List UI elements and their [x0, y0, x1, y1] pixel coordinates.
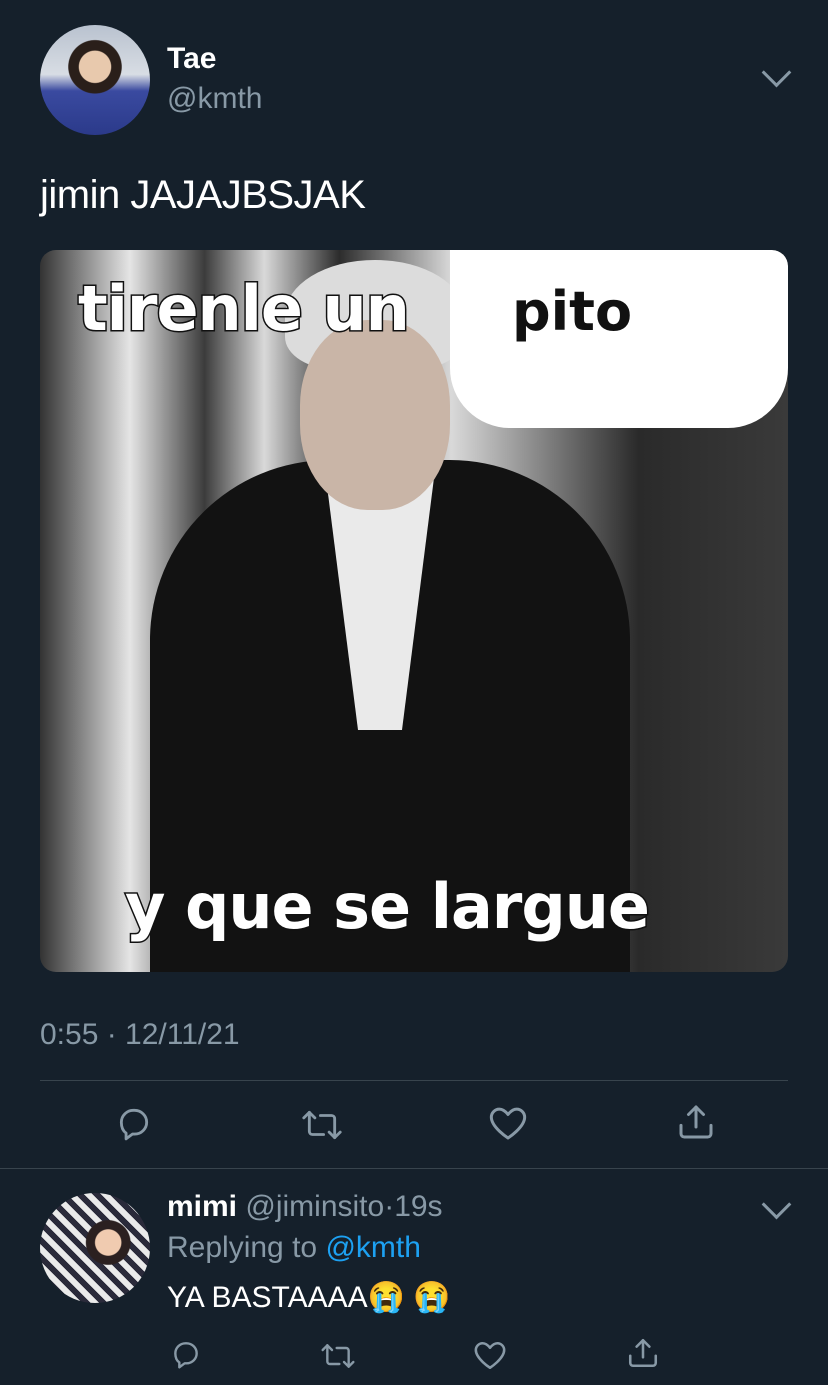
- reply-header: mimi @jiminsito·19s: [167, 1190, 443, 1224]
- meme-bubble-text: pito: [512, 280, 633, 343]
- replying-prefix: Replying to: [167, 1231, 318, 1264]
- reply-separator: ·: [384, 1190, 395, 1223]
- share-icon[interactable]: [626, 1336, 660, 1370]
- reply-author-avatar[interactable]: [40, 1193, 150, 1303]
- tweet-media[interactable]: tirenle un pito y que se largue: [40, 250, 788, 972]
- author-avatar[interactable]: [40, 25, 150, 135]
- reply-time: 19s: [394, 1190, 443, 1223]
- divider: [0, 1168, 828, 1169]
- reply-text: YA BASTAAAA😭 😭: [167, 1281, 451, 1314]
- author-handle[interactable]: @kmth: [167, 82, 262, 116]
- retweet-icon[interactable]: [301, 1106, 343, 1144]
- replying-to-line: Replying to @kmth: [167, 1231, 421, 1265]
- meme-face: [300, 320, 450, 510]
- tweet-text: jimin JAJAJBSJAK: [40, 173, 366, 217]
- heart-icon[interactable]: [473, 1339, 507, 1371]
- divider: [40, 1080, 788, 1081]
- chevron-down-icon[interactable]: [761, 57, 792, 88]
- replying-mention-link[interactable]: @kmth: [325, 1231, 420, 1264]
- tweet-timestamp: 0:55 · 12/11/21: [40, 1018, 240, 1051]
- share-icon[interactable]: [676, 1102, 716, 1142]
- reply-author-handle[interactable]: @jiminsito: [245, 1190, 384, 1223]
- meme-top-text: tirenle un: [77, 271, 412, 347]
- heart-icon[interactable]: [488, 1104, 528, 1142]
- chevron-down-icon[interactable]: [761, 1189, 792, 1220]
- reply-author-name[interactable]: mimi: [167, 1190, 237, 1223]
- meme-bottom-text: y que se largue: [124, 869, 652, 945]
- author-name[interactable]: Tae: [167, 42, 216, 76]
- reply-icon[interactable]: [115, 1104, 153, 1142]
- retweet-icon[interactable]: [320, 1340, 356, 1372]
- reply-icon[interactable]: [170, 1338, 202, 1370]
